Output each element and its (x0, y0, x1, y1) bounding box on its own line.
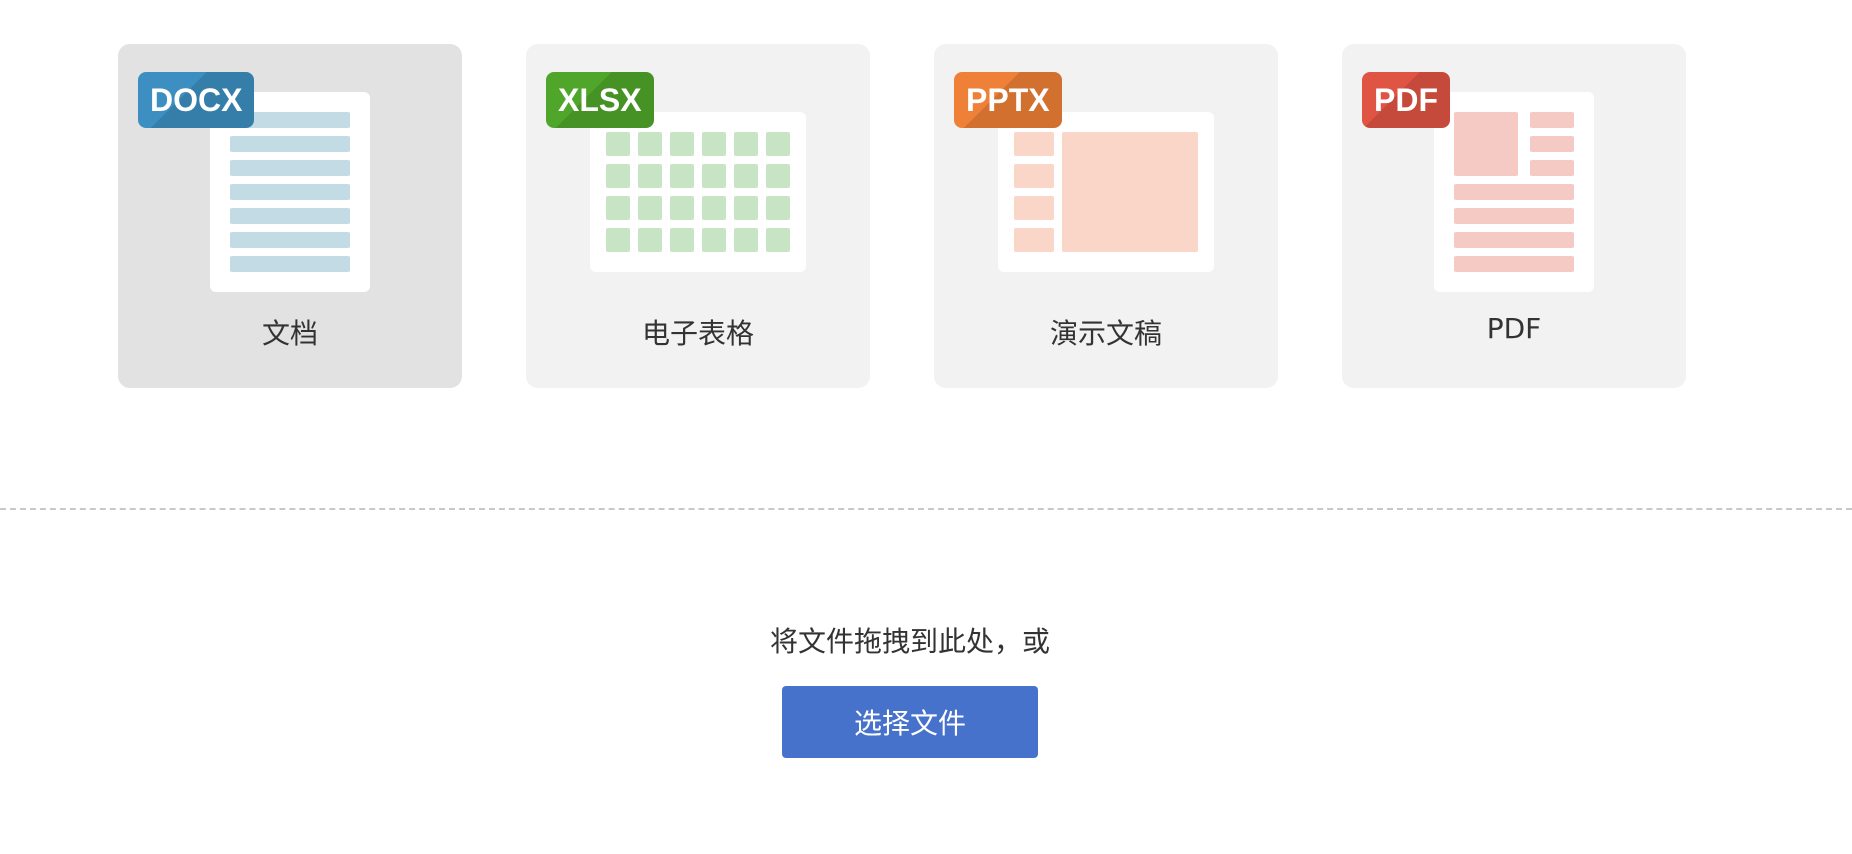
pptx-file-icon (998, 112, 1214, 272)
upload-page: DOCX 文档 XLSX 电子表格 PPTX 演示文稿 PDF PDF 将文件拖… (0, 0, 1852, 854)
pptx-badge: PPTX (954, 72, 1062, 128)
card-label-pptx: 演示文稿 (1049, 317, 1162, 350)
card-label-pdf: PDF (1486, 312, 1542, 345)
pdf-badge: PDF (1362, 72, 1450, 128)
xlsx-badge: XLSX (546, 72, 654, 128)
file-type-card-docx[interactable]: DOCX 文档 (118, 44, 462, 388)
file-type-card-pptx[interactable]: PPTX 演示文稿 (934, 44, 1278, 388)
drop-zone-hint[interactable]: 将文件拖拽到此处，或 (0, 620, 1820, 660)
file-type-card-xlsx[interactable]: XLSX 电子表格 (526, 44, 870, 388)
card-label-docx: 文档 (261, 317, 318, 350)
docx-badge: DOCX (138, 72, 255, 128)
dashed-divider (0, 508, 1852, 510)
pdf-file-icon (1434, 92, 1594, 292)
file-type-card-pdf[interactable]: PDF PDF (1342, 44, 1686, 388)
card-label-xlsx: 电子表格 (641, 317, 754, 350)
xlsx-file-icon (590, 112, 806, 272)
select-file-button[interactable]: 选择文件 (782, 686, 1038, 758)
file-type-cards: DOCX 文档 XLSX 电子表格 PPTX 演示文稿 PDF PDF (118, 44, 1686, 388)
